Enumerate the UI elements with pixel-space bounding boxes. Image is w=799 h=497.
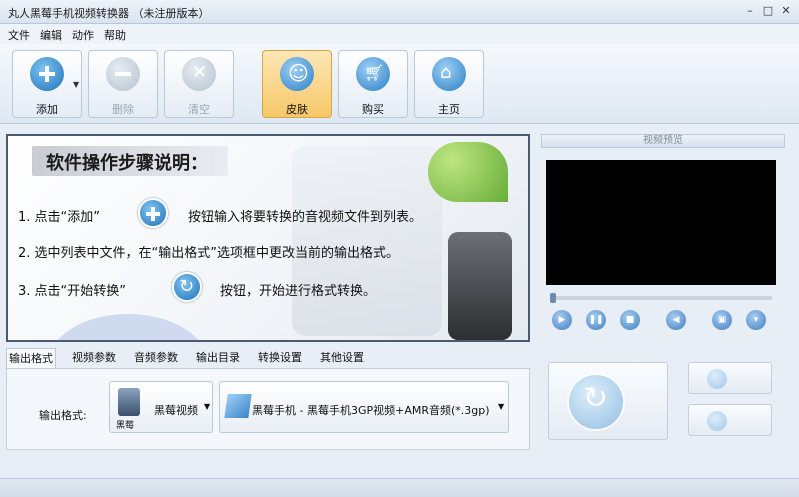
blackberry-device-icon — [118, 388, 140, 416]
add-button[interactable]: 添加 — [12, 50, 82, 118]
tab-output-format[interactable]: 输出格式 — [6, 348, 56, 368]
device-value: 黑莓视频 — [154, 404, 198, 417]
green-arrow-icon — [428, 142, 508, 202]
video-preview — [546, 160, 776, 285]
menu-bar: 文件 编辑 动作 帮助 — [0, 24, 799, 44]
snapshot-icon[interactable]: ▣ — [712, 310, 732, 330]
smiley-icon: ☺ — [280, 57, 314, 91]
x-icon: ✕ — [182, 57, 216, 91]
stop-icon — [707, 411, 727, 431]
toolbar: 添加 ▼ 删除 ✕ 清空 ☺ 皮肤 🛒︎ 购买 ⌂ 主页 — [0, 44, 799, 124]
pause-icon[interactable]: ❚❚ — [586, 310, 606, 330]
add-dropdown-icon[interactable]: ▼ — [73, 80, 79, 89]
stop-convert-button[interactable] — [688, 404, 772, 436]
seek-slider[interactable] — [550, 293, 772, 303]
convert-icon: ↻ — [567, 373, 625, 431]
pause-icon — [707, 369, 727, 389]
add-label: 添加 — [36, 103, 58, 116]
volume-icon[interactable]: ◀ — [666, 310, 686, 330]
home-icon: ⌂ — [432, 57, 466, 91]
start-convert-button[interactable]: ↻ — [548, 362, 668, 440]
delete-label: 删除 — [112, 103, 134, 116]
home-button[interactable]: ⌂ 主页 — [414, 50, 484, 118]
play-icon[interactable]: ▶ — [552, 310, 572, 330]
device-caption: 黑莓 — [116, 421, 135, 431]
step-1-suffix: 按钮输入将要转换的音视频文件到列表。 — [188, 210, 423, 225]
close-icon[interactable]: ✕ — [778, 4, 794, 18]
output-format-label: 输出格式: — [39, 409, 87, 422]
add-icon — [138, 198, 168, 228]
pause-convert-button[interactable] — [688, 362, 772, 394]
video-preview-header: 视频预览 — [541, 134, 785, 148]
decorative-circle — [48, 314, 208, 340]
format-select[interactable]: 黑莓手机 - 黑莓手机3GP视频+AMR音频(*.3gp) ▼ — [219, 381, 509, 433]
tab-video-params[interactable]: 视频参数 — [70, 348, 118, 368]
home-label: 主页 — [438, 103, 460, 116]
add-icon — [30, 57, 64, 91]
delete-button[interactable]: 删除 — [88, 50, 158, 118]
buy-button[interactable]: 🛒︎ 购买 — [338, 50, 408, 118]
menu-action[interactable]: 动作 — [72, 27, 94, 43]
clear-label: 清空 — [188, 103, 210, 116]
minus-icon — [106, 57, 140, 91]
menu-edit[interactable]: 编辑 — [40, 27, 62, 43]
phone-illustration — [292, 146, 442, 336]
tab-output-dir[interactable]: 输出目录 — [194, 348, 242, 368]
step-3-suffix: 按钮，开始进行格式转换。 — [220, 284, 377, 299]
folder-icon[interactable]: ▾ — [746, 310, 766, 330]
menu-help[interactable]: 帮助 — [104, 27, 126, 43]
clear-button[interactable]: ✕ 清空 — [164, 50, 234, 118]
status-bar — [0, 478, 799, 497]
buy-label: 购买 — [362, 103, 384, 116]
tab-convert-settings[interactable]: 转换设置 — [256, 348, 304, 368]
window-title: 丸人黑莓手机视频转换器 （未注册版本） — [8, 7, 210, 20]
instructions-panel: 软件操作步骤说明： 1. 点击“添加” 按钮输入将要转换的音视频文件到列表。 2… — [6, 134, 530, 342]
minimize-icon[interactable]: – — [742, 4, 758, 18]
format-value: 黑莓手机 - 黑莓手机3GP视频+AMR音频(*.3gp) — [252, 404, 490, 417]
output-format-panel: 输出格式: 黑莓 黑莓视频 ▼ 黑莓手机 - 黑莓手机3GP视频+AMR音频(*… — [6, 368, 530, 450]
chevron-down-icon: ▼ — [498, 402, 505, 411]
device-select[interactable]: 黑莓 黑莓视频 ▼ — [109, 381, 213, 433]
skin-button[interactable]: ☺ 皮肤 — [262, 50, 332, 118]
menu-file[interactable]: 文件 — [8, 27, 30, 43]
seek-thumb[interactable] — [550, 293, 556, 303]
step-1-prefix: 1. 点击“添加” — [18, 210, 101, 225]
settings-tabs: 输出格式 视频参数 音频参数 输出目录 转换设置 其他设置 — [6, 348, 530, 368]
cart-icon: 🛒︎ — [356, 57, 390, 91]
tab-audio-params[interactable]: 音频参数 — [132, 348, 180, 368]
step-3-prefix: 3. 点击“开始转换” — [18, 284, 127, 299]
format-cube-icon — [224, 394, 252, 418]
convert-icon: ↻ — [172, 272, 202, 302]
blackberry-phone-illustration — [448, 232, 512, 340]
instructions-title: 软件操作步骤说明： — [46, 153, 208, 174]
skin-label: 皮肤 — [286, 103, 308, 116]
tab-other-settings[interactable]: 其他设置 — [318, 348, 366, 368]
title-bar: 丸人黑莓手机视频转换器 （未注册版本） – □ ✕ — [0, 0, 799, 24]
chevron-down-icon: ▼ — [204, 402, 211, 411]
step-2: 2. 选中列表中文件，在“输出格式”选项框中更改当前的输出格式。 — [18, 246, 400, 261]
maximize-icon[interactable]: □ — [760, 4, 776, 18]
stop-icon[interactable]: ■ — [620, 310, 640, 330]
